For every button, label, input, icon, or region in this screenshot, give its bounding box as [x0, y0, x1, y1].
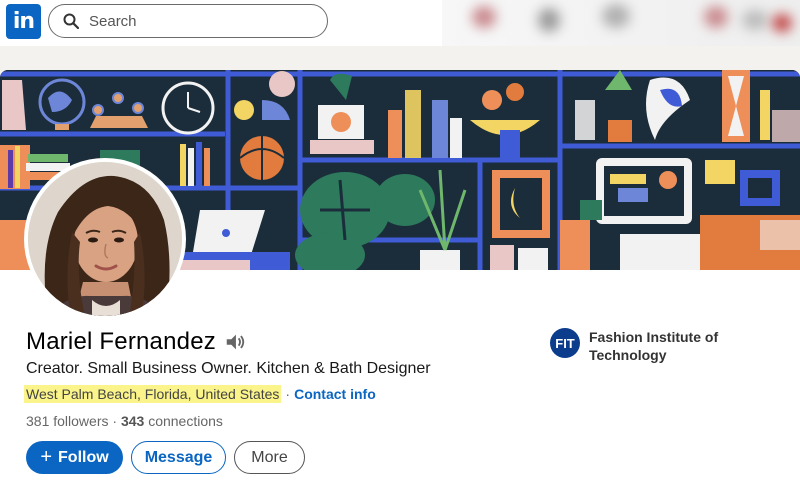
followers-count: 381	[26, 413, 50, 429]
message-button[interactable]: Message	[131, 441, 226, 474]
name-row: Mariel Fernandez	[26, 328, 246, 356]
top-nav: in	[0, 0, 800, 46]
follow-button[interactable]: + Follow	[26, 441, 123, 474]
network-stats: 381 followers · 343 connections	[26, 413, 223, 429]
search-box[interactable]	[48, 4, 328, 38]
profile-name: Mariel Fernandez	[26, 328, 216, 355]
profile-photo[interactable]	[24, 158, 186, 320]
search-input[interactable]	[89, 12, 289, 30]
plus-icon: +	[40, 446, 53, 468]
name-pronunciation-speaker-icon[interactable]	[224, 331, 246, 353]
follow-label: Follow	[58, 448, 109, 466]
more-button[interactable]: More	[234, 441, 305, 474]
connections-count[interactable]: 343	[121, 413, 144, 429]
profile-photo-image	[28, 162, 182, 316]
connections-label[interactable]: connections	[148, 413, 223, 429]
linkedin-logo[interactable]: in	[6, 4, 41, 39]
blurred-nav-icons	[442, 0, 800, 46]
stats-separator: ·	[112, 413, 118, 429]
search-icon	[63, 13, 79, 29]
school-logo: FIT	[550, 328, 580, 358]
location-row: West Palm Beach, Florida, United States …	[24, 385, 376, 403]
school-name: Fashion Institute of Technology	[589, 329, 719, 363]
profile-actions: + Follow Message More	[26, 441, 305, 474]
separator-dot: ·	[285, 386, 291, 402]
profile-card: Mariel Fernandez Creator. Small Business…	[0, 70, 800, 494]
avatar	[28, 162, 182, 316]
contact-info-link[interactable]: Contact info	[294, 386, 376, 402]
profile-location: West Palm Beach, Florida, United States	[24, 385, 282, 403]
profile-headline: Creator. Small Business Owner. Kitchen &…	[26, 360, 431, 377]
education-entry[interactable]: FIT Fashion Institute of Technology	[550, 328, 729, 364]
followers-label: followers	[53, 413, 109, 429]
